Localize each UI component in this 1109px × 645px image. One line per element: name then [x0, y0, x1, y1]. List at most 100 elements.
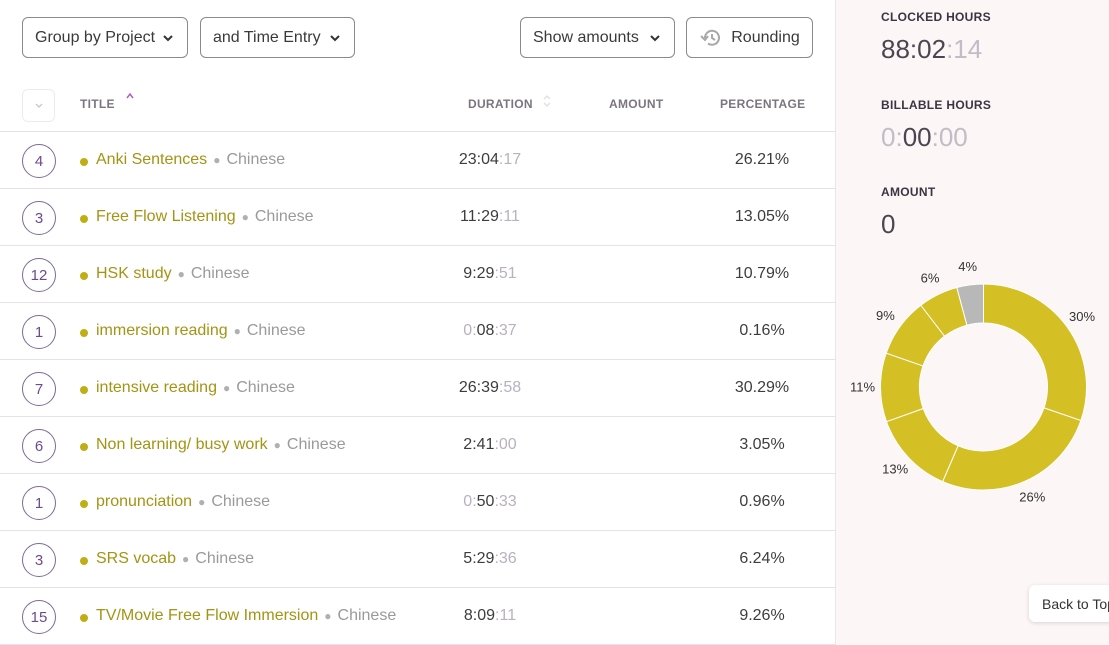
table-row[interactable]: 15 TV/Movie Free Flow Immersion ● Chinese 8:… — [0, 588, 836, 645]
chevron-down-icon — [163, 34, 173, 41]
group-by-project-dropdown[interactable]: Group by Project — [22, 17, 188, 58]
project-name[interactable]: Anki Sentences — [96, 151, 207, 168]
project-title: SRS vocab ● Chinese — [96, 550, 254, 568]
duration-seconds: :51 — [494, 265, 517, 282]
title-header-label: TITLE — [80, 97, 115, 111]
table-row[interactable]: 12 HSK study ● Chinese 9:29:51 10.79% — [0, 246, 836, 303]
table-row[interactable]: 7 intensive reading ● Chinese 26:39:58 30.29% — [0, 360, 836, 417]
entry-count-badge[interactable]: 6 — [22, 429, 56, 463]
duration-main: 2:41 — [463, 436, 495, 453]
donut-label: 26% — [1019, 490, 1045, 505]
amount-column-header[interactable]: AMOUNT — [609, 97, 663, 111]
duration-cell: 2:41:00 — [440, 436, 540, 454]
duration-seconds: :33 — [494, 493, 517, 510]
entry-count-badge[interactable]: 3 — [22, 543, 56, 577]
project-color-dot — [80, 500, 88, 508]
duration-seconds: :58 — [498, 379, 522, 396]
entry-count-badge[interactable]: 12 — [22, 258, 56, 292]
project-color-dot — [80, 272, 88, 280]
project-title: Non learning/ busy work ● Chinese — [96, 436, 346, 454]
summary-sidebar: CLOCKED HOURS 88:02:14 BILLABLE HOURS 0:… — [836, 0, 1109, 645]
select-all-dropdown[interactable] — [22, 89, 55, 122]
project-color-dot — [80, 386, 88, 394]
percentage-cell: 10.79% — [734, 265, 790, 282]
table-row[interactable]: 3 SRS vocab ● Chinese 5:29:36 6.24% — [0, 531, 836, 588]
show-amounts-dropdown[interactable]: Show amounts — [520, 17, 675, 58]
show-amounts-label: Show amounts — [533, 28, 639, 46]
billable-hours-label: BILLABLE HOURS — [881, 98, 992, 112]
entry-count-badge[interactable]: 15 — [22, 600, 56, 634]
table-header: TITLE DURATION AMOUNT PERCENTAGE — [0, 80, 836, 132]
report-toolbar: Group by Project and Time Entry Show amo… — [0, 0, 836, 80]
project-name[interactable]: Non learning/ busy work — [96, 436, 268, 453]
percentage-cell: 3.05% — [739, 436, 785, 453]
table-row[interactable]: 1 immersion reading ● Chinese 0:08:37 0.16% — [0, 303, 836, 360]
project-name[interactable]: intensive reading — [96, 379, 217, 396]
duration-seconds: :11 — [495, 607, 517, 624]
project-color-dot — [80, 443, 88, 451]
percentage-column-header[interactable]: PERCENTAGE — [720, 97, 805, 111]
project-color-dot — [80, 614, 88, 622]
title-column-header[interactable]: TITLE — [80, 92, 134, 111]
donut-segment[interactable] — [983, 283, 1087, 422]
entry-count-badge[interactable]: 7 — [22, 372, 56, 406]
project-title: TV/Movie Free Flow Immersion ● Chinese — [96, 607, 396, 625]
rounding-button[interactable]: Rounding — [686, 17, 813, 58]
duration-lead: 0: — [463, 493, 477, 510]
separator-dot: ● — [177, 267, 185, 281]
entry-count-badge[interactable]: 1 — [22, 486, 56, 520]
entry-count-badge[interactable]: 1 — [22, 315, 56, 349]
percentage-cell: 13.05% — [734, 208, 790, 225]
entry-count-badge[interactable]: 3 — [22, 201, 56, 235]
project-color-dot — [80, 557, 88, 565]
client-name: Chinese — [337, 607, 397, 624]
percentage-cell: 26.21% — [734, 151, 790, 168]
client-name: Chinese — [246, 322, 306, 339]
separator-dot: ● — [324, 609, 332, 623]
percentage-cell: 0.96% — [739, 493, 785, 510]
duration-seconds: :37 — [494, 322, 517, 339]
project-name[interactable]: HSK study — [96, 265, 172, 282]
time-entry-dropdown[interactable]: and Time Entry — [200, 17, 355, 58]
clocked-hours-main: 88:02 — [881, 34, 947, 64]
clocked-hours-value: 88:02:14 — [881, 34, 982, 65]
project-color-dot — [80, 329, 88, 337]
project-title: intensive reading ● Chinese — [96, 379, 295, 397]
table-row[interactable]: 1 pronunciation ● Chinese 0:50:33 0.96% — [0, 474, 836, 531]
duration-main: 23:04 — [458, 151, 499, 168]
clocked-hours-label: CLOCKED HOURS — [881, 10, 991, 24]
donut-segment[interactable] — [941, 407, 1082, 491]
separator-dot: ● — [241, 210, 249, 224]
time-entry-label: and Time Entry — [213, 28, 321, 46]
table-row[interactable]: 4 Anki Sentences ● Chinese 23:04:17 26.21% — [0, 132, 836, 189]
client-name: Chinese — [286, 436, 346, 453]
donut-label: 13% — [882, 462, 908, 477]
project-name[interactable]: Free Flow Listening — [96, 208, 236, 225]
project-color-dot — [80, 215, 88, 223]
amount-label: AMOUNT — [881, 185, 936, 199]
duration-cell: 23:04:17 — [440, 151, 540, 169]
clocked-hours-seconds: :14 — [946, 34, 983, 64]
sort-neutral-icon — [543, 95, 551, 107]
duration-cell: 0:08:37 — [440, 322, 540, 340]
duration-main: 50 — [476, 493, 495, 510]
duration-column-header[interactable]: DURATION — [468, 95, 551, 111]
project-name[interactable]: SRS vocab — [96, 550, 176, 567]
billable-hours-lead: 0: — [881, 122, 903, 152]
back-to-top-button[interactable]: Back to Top — [1029, 585, 1109, 622]
duration-header-label: DURATION — [468, 97, 533, 111]
table-row[interactable]: 3 Free Flow Listening ● Chinese 11:29:11 13.0… — [0, 189, 836, 246]
table-row[interactable]: 6 Non learning/ busy work ● Chinese 2:41:00 3… — [0, 417, 836, 474]
project-name[interactable]: pronunciation — [96, 493, 192, 510]
chevron-down-icon — [330, 34, 340, 41]
duration-main: 5:29 — [463, 550, 495, 567]
duration-cell: 11:29:11 — [440, 208, 540, 226]
entry-count-badge[interactable]: 4 — [22, 144, 56, 178]
duration-main: 8:09 — [463, 607, 496, 624]
project-title: Anki Sentences ● Chinese — [96, 151, 285, 169]
project-name[interactable]: immersion reading — [96, 322, 228, 339]
project-name[interactable]: TV/Movie Free Flow Immersion — [96, 607, 318, 624]
donut-label: 6% — [921, 270, 940, 285]
project-color-dot — [80, 158, 88, 166]
project-title: immersion reading ● Chinese — [96, 322, 306, 340]
